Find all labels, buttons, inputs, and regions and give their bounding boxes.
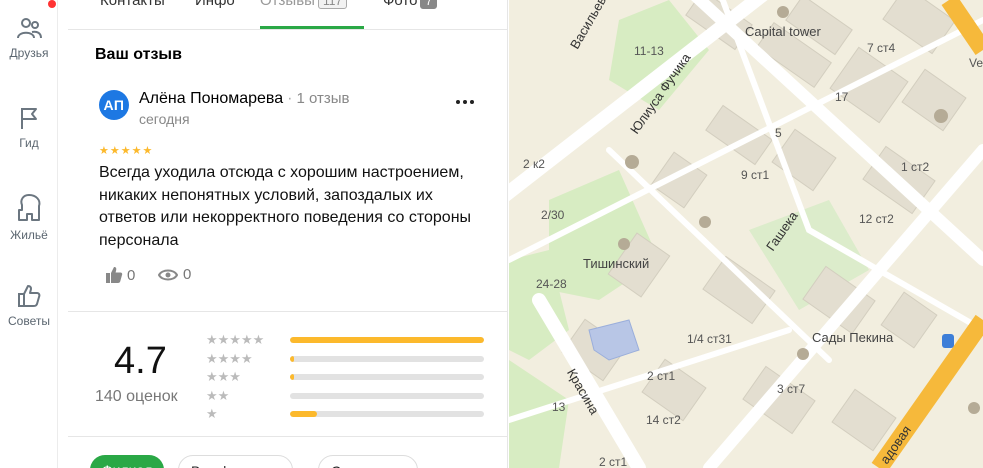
map-label: 17 (835, 90, 849, 104)
rail-item-tips[interactable]: Советы (0, 282, 58, 328)
rail-item-label: Советы (8, 314, 50, 328)
divider (68, 311, 507, 312)
map-label: 9 ст1 (741, 168, 770, 182)
author-name[interactable]: Алёна Пономарева (139, 90, 283, 107)
distribution-bar (290, 374, 484, 380)
section-title: Ваш отзыв (95, 46, 182, 63)
distribution-bar-fill (290, 355, 294, 362)
filter-with-answers-chip[interactable]: С ответами (318, 455, 418, 468)
rail-item-guide[interactable]: Гид (0, 104, 58, 150)
review-date: сегодня (139, 111, 190, 127)
rail-item-label: Гид (19, 136, 39, 150)
eye-icon (158, 269, 178, 280)
distribution-bar-fill (290, 374, 294, 380)
author-review-count[interactable]: 1 отзыв (296, 90, 349, 107)
map-label: 3 ст7 (777, 382, 806, 396)
star-icon: ★ (109, 145, 120, 157)
distribution-bar (290, 355, 484, 362)
views-count: 0 (183, 266, 192, 283)
tab-contacts[interactable]: Контакты (100, 0, 165, 9)
star-icons: ★★ (206, 387, 230, 403)
tab-label: Контакты (100, 0, 165, 9)
rail-item-friends[interactable]: Друзья (0, 14, 58, 60)
left-rail: Друзья Гид Жильё Советы (0, 0, 58, 468)
like-count: 0 (127, 266, 136, 284)
tab-count-badge: 117 (317, 0, 348, 9)
map-view[interactable]: Capital tower 7 ст4 11-13 17 5 2 к2 9 ст… (509, 0, 983, 468)
tab-label: Отзывы (260, 0, 315, 9)
star-icon: ★ (120, 145, 131, 157)
filter-branch-chip[interactable]: Филиал (90, 455, 165, 468)
star-icons: ★ (206, 406, 218, 421)
map-label: 7 ст4 (867, 41, 896, 55)
tab-label: Фото (383, 0, 418, 9)
map-label[interactable]: Сады Пекина (812, 330, 893, 345)
map-label: 12 ст2 (859, 212, 894, 226)
more-options-button[interactable] (450, 92, 480, 112)
map-label: 14 ст2 (646, 413, 681, 427)
map-label[interactable]: Capital tower (745, 24, 821, 39)
flag-icon (21, 108, 37, 129)
thumbs-up-icon (106, 267, 123, 283)
tab-info[interactable]: Инфо (195, 0, 235, 9)
thumbs-up-icon (18, 285, 41, 307)
distribution-bar (290, 411, 484, 417)
map-label: 5 (775, 126, 782, 140)
tab-count-badge: 7 (420, 0, 438, 9)
tab-reviews[interactable]: Отзывы 117 (260, 0, 348, 9)
star-icon: ★ (131, 145, 142, 157)
distribution-bar (290, 337, 484, 343)
map-label[interactable]: Тишинский (583, 256, 649, 271)
rail-item-label: Жильё (10, 228, 48, 242)
tab-label: Инфо (195, 0, 235, 9)
map-label: 2 ст1 (599, 455, 628, 468)
map-label: 1/4 ст31 (687, 332, 732, 346)
ratings-count: 140 оценок (95, 388, 178, 405)
review-author-line: Алёна Пономарева · 1 отзыв (139, 90, 350, 108)
notification-dot (48, 0, 56, 8)
dot (463, 100, 467, 104)
active-tab-indicator (260, 26, 364, 29)
distribution-bar-fill (290, 337, 484, 343)
map-label: 24-28 (536, 277, 567, 291)
review-text: Всегда уходила отсюда с хорошим настроен… (99, 164, 472, 249)
dot (470, 100, 474, 104)
review-star-rating: ★ ★ ★ ★ ★ (99, 146, 152, 157)
map-label: 2 ст1 (647, 369, 676, 383)
place-tabs: Контакты Инфо Отзывы 117 Фото 7 (68, 0, 507, 30)
tab-photos[interactable]: Фото 7 (383, 0, 438, 9)
dot (456, 100, 460, 104)
map-label: Ve (969, 56, 983, 70)
distribution-bar (290, 392, 484, 399)
map-label: 13 (552, 400, 566, 414)
friends-icon (17, 18, 42, 39)
rail-item-housing[interactable]: Жильё (0, 192, 58, 242)
divider (68, 436, 507, 437)
star-icons: ★★★★ (206, 350, 253, 366)
map-label: 2 к2 (523, 157, 545, 171)
star-icons: ★★★ (206, 369, 241, 384)
map-label: 1 ст2 (901, 160, 930, 174)
place-panel: Контакты Инфо Отзывы 117 Фото 7 Ваш отзыв … (68, 0, 508, 468)
filter-all-branches-chip[interactable]: Все филиалы (178, 455, 294, 468)
average-rating: 4.7 (114, 340, 167, 382)
separator-dot: · (287, 90, 293, 107)
rail-item-label: Друзья (9, 46, 49, 60)
avatar[interactable]: АП (99, 90, 129, 120)
star-icon: ★ (142, 145, 153, 157)
views-counter: 0 (158, 266, 191, 283)
like-button[interactable]: 0 (105, 266, 135, 284)
star-icon: ★ (99, 145, 109, 157)
star-icons: ★★★★★ (206, 332, 265, 347)
distribution-bar-fill (290, 411, 318, 417)
map-label: 2/30 (541, 208, 565, 222)
app-root: Друзья Гид Жильё Советы Контакты Инфо От… (0, 0, 983, 468)
house-icon (18, 194, 41, 221)
map-label: 11-13 (634, 44, 664, 58)
